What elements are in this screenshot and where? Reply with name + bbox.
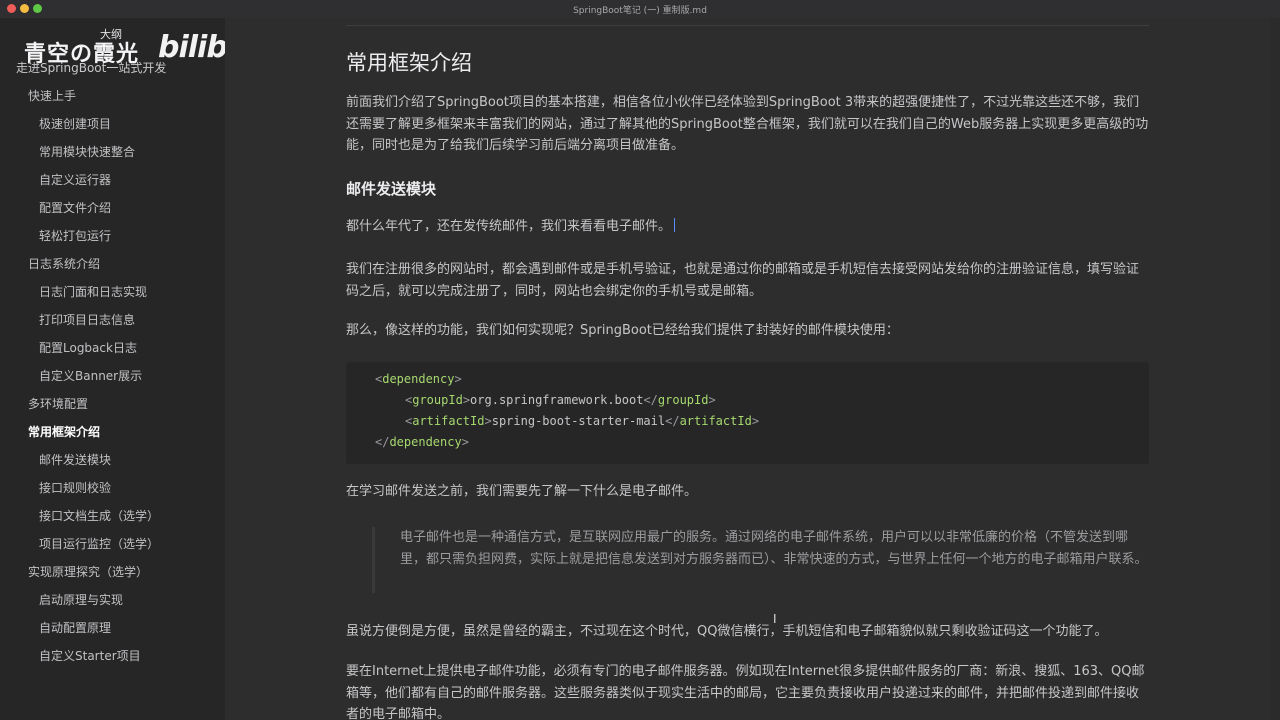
outline-item[interactable]: 常用模块快速整合 — [39, 143, 135, 160]
outline-item[interactable]: 启动原理与实现 — [39, 591, 123, 608]
title-bar: SpringBoot笔记 (一) 重制版.md — [0, 0, 1280, 18]
outline-item[interactable]: 自定义Starter项目 — [39, 647, 141, 664]
editor-content[interactable]: 常用框架介绍 前面我们介绍了SpringBoot项目的基本搭建，相信各位小伙伴已… — [225, 18, 1270, 720]
outline-item[interactable]: 接口规则校验 — [39, 479, 111, 496]
outline-item[interactable]: 项目运行监控（选学） — [39, 535, 159, 552]
outline-item[interactable]: 极速创建项目 — [39, 115, 111, 132]
paragraph: 都什么年代了，还在发传统邮件，我们来看看电子邮件。 — [346, 216, 1151, 238]
outline-sidebar: 大纲 青空の霞光 bilibili 走进SpringBoot一站式开发 快速上手… — [0, 18, 256, 720]
outline-item[interactable]: 多环境配置 — [28, 395, 88, 412]
outline-item[interactable]: 配置文件介绍 — [39, 199, 111, 216]
blockquote-text: 电子邮件也是一种通信方式，是互联网应用最广的服务。通过网络的电子邮件系统，用户可… — [400, 530, 1148, 567]
outline-item[interactable]: 轻松打包运行 — [39, 227, 111, 244]
code-line: </dependency> — [375, 435, 469, 449]
outline-item[interactable]: 配置Logback日志 — [39, 339, 137, 356]
code-line: <groupId>org.springframework.boot</group… — [405, 393, 716, 407]
paragraph-text: 都什么年代了，还在发传统邮件，我们来看看电子邮件。 — [346, 219, 672, 234]
heading-common-frameworks: 常用框架介绍 — [346, 51, 472, 75]
text-caret — [674, 218, 676, 232]
outline-item[interactable]: 自定义Banner展示 — [39, 367, 142, 384]
outline-item[interactable]: 邮件发送模块 — [39, 451, 111, 468]
outline-item[interactable]: 自定义运行器 — [39, 171, 111, 188]
code-line: <artifactId>spring-boot-starter-mail</ar… — [405, 414, 760, 428]
outline-item[interactable]: 自动配置原理 — [39, 619, 111, 636]
paragraph: 在学习邮件发送之前，我们需要先了解一下什么是电子邮件。 — [346, 484, 698, 499]
window-title: SpringBoot笔记 (一) 重制版.md — [573, 6, 707, 16]
outline-item[interactable]: 走进SpringBoot一站式开发 — [16, 59, 166, 76]
outline-item[interactable]: 快速上手 — [28, 87, 76, 104]
outline-item[interactable]: 日志门面和日志实现 — [39, 283, 147, 300]
outline-item[interactable]: 实现原理探究（选学） — [28, 563, 148, 580]
code-block[interactable]: <dependency> <groupId>org.springframewor… — [346, 362, 1149, 464]
outline-item[interactable]: 日志系统介绍 — [28, 255, 100, 272]
paragraph: 虽说方便倒是方便，虽然是曾经的霸主，不过现在这个时代，QQ微信横行，手机短信和电… — [346, 624, 1108, 639]
outline-item-active[interactable]: 常用框架介绍 — [28, 423, 100, 440]
paragraph: 我们在注册很多的网站时，都会遇到邮件或是手机号验证，也就是通过你的邮箱或是手机短… — [346, 262, 1140, 299]
paragraph: 那么，像这样的功能，我们如何实现呢？SpringBoot已经给我们提供了封装好的… — [346, 323, 899, 338]
blockquote: 电子邮件也是一种通信方式，是互联网应用最广的服务。通过网络的电子邮件系统，用户可… — [372, 527, 1152, 593]
intro-paragraph: 前面我们介绍了SpringBoot项目的基本搭建，相信各位小伙伴已经体验到Spr… — [346, 95, 1149, 153]
outline-item[interactable]: 打印项目日志信息 — [39, 311, 135, 328]
code-line: <dependency> — [375, 372, 462, 386]
paragraph: 要在Internet上提供电子邮件功能，必须有专门的电子邮件服务器。例如现在In… — [346, 664, 1145, 720]
heading-mail-module: 邮件发送模块 — [346, 180, 437, 198]
divider — [346, 25, 1149, 26]
outline-item[interactable]: 接口文档生成（选学） — [39, 507, 159, 524]
